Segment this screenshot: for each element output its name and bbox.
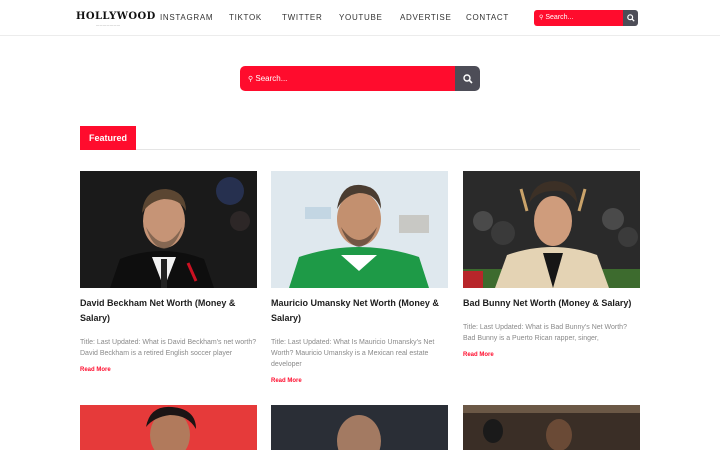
- nav-youtube[interactable]: YOUTUBE: [339, 13, 383, 22]
- post-thumbnail[interactable]: [463, 405, 640, 450]
- main-search-placeholder: Search...: [255, 74, 288, 83]
- post-card: [80, 405, 257, 450]
- read-more-link[interactable]: Read More: [271, 378, 302, 384]
- nav-instagram[interactable]: INSTAGRAM: [160, 13, 213, 22]
- nav-advertise[interactable]: ADVERTISE: [400, 13, 452, 22]
- post-excerpt: Title: Last Updated: What is David Beckh…: [80, 339, 257, 357]
- header-search-input[interactable]: ⚲ Search...: [534, 10, 623, 26]
- nav-contact[interactable]: CONTACT: [466, 13, 509, 22]
- search-icon: [626, 14, 635, 22]
- post-title[interactable]: Bad Bunny Net Worth (Money & Salary): [463, 296, 640, 311]
- header-search: ⚲ Search...: [534, 10, 638, 26]
- read-more-link[interactable]: Read More: [80, 367, 111, 373]
- main-search-input[interactable]: ⚲ Search...: [240, 66, 455, 91]
- section-divider: [80, 149, 640, 150]
- main-search: ⚲ Search...: [240, 66, 480, 91]
- post-card: Bad Bunny Net Worth (Money & Salary) Tit…: [463, 171, 640, 358]
- main-search-button[interactable]: [455, 66, 480, 91]
- post-excerpt: Title: Last Updated: What Is Mauricio Um…: [271, 339, 435, 368]
- nav-tiktok[interactable]: TIKTOK: [229, 13, 262, 22]
- post-thumbnail[interactable]: [80, 405, 257, 450]
- nav-twitter[interactable]: TWITTER: [282, 13, 322, 22]
- post-title[interactable]: Mauricio Umansky Net Worth (Money & Sala…: [271, 296, 448, 326]
- post-thumbnail[interactable]: [271, 171, 448, 288]
- post-card: [463, 405, 640, 450]
- post-thumbnail[interactable]: [80, 171, 257, 288]
- post-excerpt: Title: Last Updated: What is Bad Bunny's…: [463, 324, 627, 342]
- post-card: Mauricio Umansky Net Worth (Money & Sala…: [271, 171, 448, 384]
- read-more-link[interactable]: Read More: [463, 352, 494, 358]
- post-card: [271, 405, 448, 450]
- site-header: HOLLYWOOD ——————— INSTAGRAM TIKTOK TWITT…: [0, 0, 720, 36]
- search-field-icon: ⚲: [248, 76, 254, 83]
- site-logo[interactable]: HOLLYWOOD: [76, 11, 156, 22]
- post-thumbnail[interactable]: [463, 171, 640, 288]
- search-icon: [462, 73, 473, 84]
- logo-tagline-mark: ———————: [96, 23, 121, 27]
- featured-heading: Featured: [80, 126, 136, 150]
- header-search-button[interactable]: [623, 10, 638, 26]
- search-field-icon: ⚲: [539, 15, 544, 21]
- header-search-placeholder: Search...: [545, 14, 574, 21]
- post-thumbnail[interactable]: [271, 405, 448, 450]
- post-card: David Beckham Net Worth (Money & Salary)…: [80, 171, 257, 373]
- post-title[interactable]: David Beckham Net Worth (Money & Salary): [80, 296, 257, 326]
